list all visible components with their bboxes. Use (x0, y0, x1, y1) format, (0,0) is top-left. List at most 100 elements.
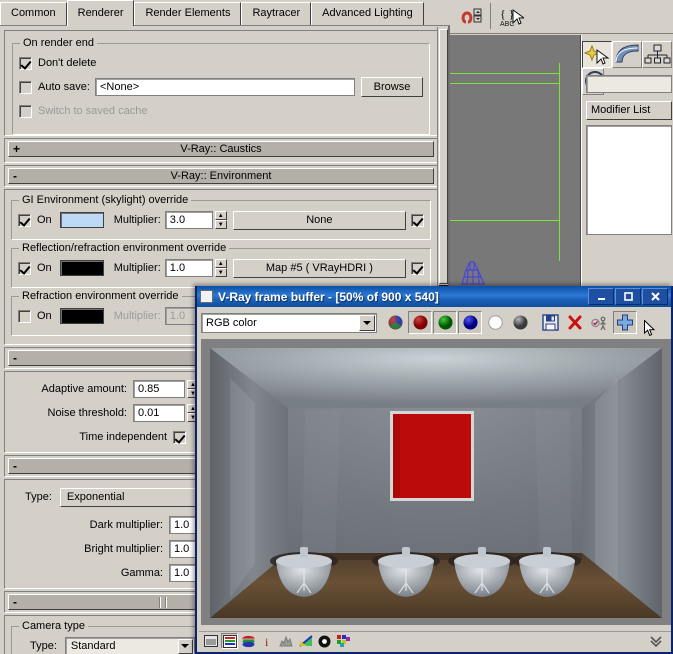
channel-select-chevron-down-icon[interactable] (359, 314, 375, 331)
histogram-icon[interactable] (278, 633, 295, 649)
vfb-image-canvas[interactable] (201, 339, 671, 625)
viewport-wireframe-line (450, 220, 560, 221)
region-render-icon (617, 314, 633, 330)
dont-delete-checkbox[interactable] (19, 56, 32, 70)
modify-tab[interactable] (612, 41, 642, 68)
rollout-caustics[interactable]: + V-Ray:: Caustics (4, 138, 438, 163)
rollout-environment-bar[interactable]: - V-Ray:: Environment (8, 168, 434, 184)
browse-button[interactable]: Browse (361, 77, 423, 97)
named-selection-sets-icon[interactable]: { } ABC (497, 3, 525, 29)
reflection-color-swatch[interactable] (59, 260, 104, 276)
render-setup-tab-strip: Common Renderer Render Elements Raytrace… (0, 0, 450, 26)
close-icon[interactable] (642, 288, 668, 305)
camera-type-dropdown[interactable]: Standard (64, 636, 195, 654)
on-render-end-group-label: On render end (20, 37, 97, 49)
adaptive-amount-field[interactable]: 0.85 (133, 380, 185, 398)
gi-map-enable-checkbox[interactable] (411, 213, 424, 227)
tab-common[interactable]: Common (0, 2, 67, 25)
red-channel-button[interactable] (408, 311, 432, 334)
dont-delete-row: Don't delete (19, 54, 423, 72)
track-render-button[interactable] (588, 311, 612, 334)
noise-threshold-field[interactable]: 0.01 (133, 404, 185, 422)
on-render-end-panel: On render end Don't delete Auto save: <N… (4, 30, 438, 136)
gi-multiplier-field[interactable]: 3.0 (164, 211, 213, 229)
object-name-field[interactable] (586, 75, 672, 93)
refraction-environment-group-label: Refraction environment override (19, 290, 182, 302)
rgb-channel-button[interactable] (383, 311, 407, 334)
toolbar-separator-1 (490, 3, 492, 29)
auto-save-row: Auto save: <None> Browse (19, 77, 423, 97)
expand-chevron-icon[interactable] (649, 634, 663, 651)
region-render-button[interactable] (613, 311, 637, 334)
rollout-dmc-sampler-state: - (13, 351, 17, 365)
reflection-environment-row: On Multiplier: 1.0 ▲ ▼ Map #5 ( VRayHDRI … (18, 258, 424, 278)
viewport-wireframe-line (450, 73, 560, 74)
gi-map-button[interactable]: None (232, 210, 406, 230)
rollout-camera-state: - (13, 595, 17, 609)
auto-save-checkbox[interactable] (19, 80, 32, 94)
color-levels-icon[interactable] (221, 633, 238, 649)
refraction-on-checkbox[interactable] (18, 309, 31, 323)
camera-type-chevron-down-icon[interactable] (177, 638, 193, 654)
reflection-multiplier-field[interactable]: 1.0 (164, 259, 213, 277)
rgb-channel-icon (387, 315, 403, 330)
alpha-channel-button[interactable] (483, 311, 507, 334)
reflection-multiplier-spinner[interactable]: ▲ ▼ (214, 259, 227, 277)
render-setup-scrollbar-thumb[interactable] (439, 29, 448, 284)
blue-channel-button[interactable] (458, 311, 482, 334)
tab-raytracer[interactable]: Raytracer (241, 2, 312, 25)
maximize-icon[interactable] (615, 288, 641, 305)
on-render-end-group: On render end Don't delete Auto save: <N… (12, 37, 430, 135)
create-tab[interactable] (582, 41, 612, 68)
reflection-map-enable-checkbox[interactable] (411, 261, 424, 275)
save-image-button[interactable] (538, 311, 562, 334)
channel-select-dropdown[interactable]: RGB color (201, 312, 377, 333)
vfb-title-bar[interactable]: V-Ray frame buffer - [50% of 900 x 540] (197, 286, 671, 307)
tab-advanced-lighting[interactable]: Advanced Lighting (311, 2, 424, 25)
gi-environment-group-label: GI Environment (skylight) override (19, 194, 192, 206)
green-channel-button[interactable] (433, 311, 457, 334)
curve-icon[interactable] (297, 633, 314, 649)
minimize-icon[interactable] (588, 288, 614, 305)
vray-frame-buffer-window: V-Ray frame buffer - [50% of 900 x 540] … (195, 286, 673, 654)
tab-render-elements[interactable]: Render Elements (134, 2, 242, 25)
max-viewport[interactable] (450, 35, 581, 289)
dont-delete-label: Don't delete (38, 57, 97, 69)
save-icon (541, 314, 559, 331)
dark-multiplier-label: Dark multiplier: (89, 519, 163, 531)
gi-color-swatch[interactable] (59, 212, 104, 228)
switch-to-saved-cache-checkbox (19, 104, 32, 118)
monochrome-button[interactable] (508, 311, 532, 334)
viewport-blue-object (461, 261, 485, 285)
auto-save-path-field[interactable]: <None> (94, 78, 355, 96)
snaps-toggle-icon[interactable] (458, 3, 484, 29)
show-last-vfb-icon[interactable] (202, 633, 219, 649)
gi-multiplier-spinner[interactable]: ▲ ▼ (214, 211, 227, 229)
blue-channel-icon (462, 315, 478, 330)
modifier-stack-list[interactable] (586, 125, 672, 235)
render-layers-icon[interactable] (335, 633, 352, 649)
clear-image-button[interactable] (563, 311, 587, 334)
hierarchy-tab[interactable] (642, 41, 672, 68)
adaptive-amount-label: Adaptive amount: (41, 383, 127, 395)
pixel-info-icon[interactable]: i (259, 633, 276, 649)
rollout-environment[interactable]: - V-Ray:: Environment (4, 165, 438, 187)
gamma-label: Gamma: (120, 567, 163, 579)
time-independent-checkbox[interactable] (173, 430, 186, 444)
refraction-multiplier-label: Multiplier: (113, 310, 161, 322)
vfb-toolbar: RGB color (197, 307, 671, 335)
modifier-list-dropdown[interactable]: Modifier List (586, 101, 672, 120)
rollout-caustics-label: V-Ray:: Caustics (180, 143, 262, 155)
gi-on-label: On (37, 214, 52, 226)
tab-renderer[interactable]: Renderer (66, 0, 135, 26)
exposure-icon[interactable] (316, 633, 333, 649)
reflection-map-button[interactable]: Map #5 ( VRayHDRI ) (232, 258, 406, 278)
reflection-on-checkbox[interactable] (18, 261, 31, 275)
auto-save-label: Auto save: (38, 81, 90, 93)
vfb-status-bar: i (199, 631, 671, 650)
refraction-color-swatch[interactable] (59, 308, 104, 324)
rollout-caustics-bar[interactable]: + V-Ray:: Caustics (8, 141, 434, 157)
gi-on-checkbox[interactable] (18, 213, 31, 227)
color-corrections-icon[interactable] (240, 633, 257, 649)
track-render-icon (591, 316, 606, 330)
